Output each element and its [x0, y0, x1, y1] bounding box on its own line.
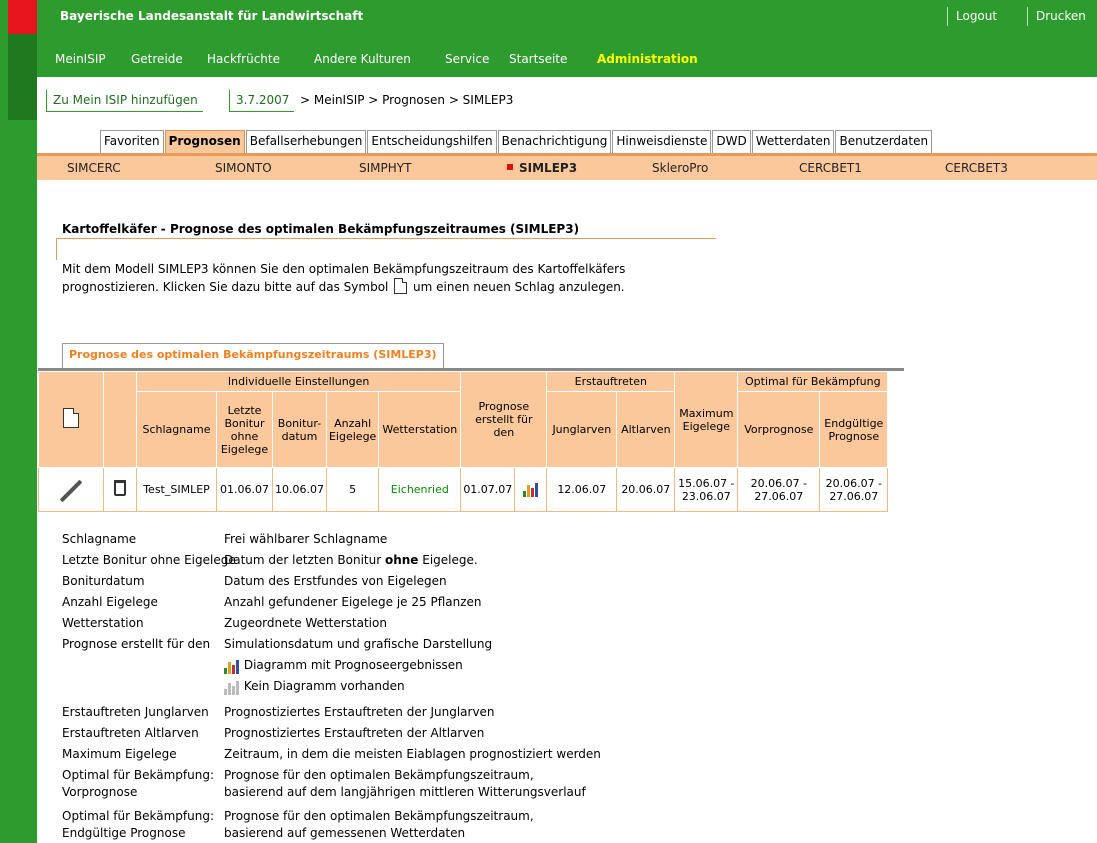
logout-button[interactable]: Logout [947, 7, 1005, 26]
header-bar: Bayerische Landesanstalt für Landwirtsch… [37, 0, 1097, 34]
cell-letzte: 01.06.07 [216, 467, 273, 512]
trash-icon[interactable] [114, 480, 126, 496]
nav-spacer [37, 34, 1097, 45]
left-dark-block [8, 34, 37, 120]
subnav-skleropro[interactable]: SkleroPro [652, 161, 708, 175]
page-title: Kartoffelkäfer - Prognose des optimalen … [62, 222, 580, 236]
subnav-simcerc[interactable]: SIMCERC [67, 161, 121, 175]
delete-cell [103, 467, 137, 512]
subnav-simonto[interactable]: SIMONTO [215, 161, 272, 175]
tab-entscheidungshilfen[interactable]: Entscheidungshilfen [367, 130, 497, 154]
cell-altlarven: 20.06.07 [616, 467, 676, 512]
col-wetterstation: Wetterstation [378, 391, 462, 468]
breadcrumb-date: 3.7.2007 [229, 90, 295, 112]
group-individual: Individuelle Einstellungen [135, 371, 462, 392]
tab-favoriten[interactable]: Favoriten [100, 130, 164, 154]
new-document-icon[interactable] [63, 408, 79, 428]
nav-item-startseite[interactable]: Startseite [509, 52, 567, 66]
col-vorprognose: Vorprognose [737, 391, 821, 468]
tab-benutzerdaten[interactable]: Benutzerdaten [835, 130, 933, 154]
pencil-icon[interactable] [59, 479, 83, 503]
nav-item-administration[interactable]: Administration [597, 52, 698, 66]
cell-junglarven: 12.06.07 [546, 467, 618, 512]
cell-anzahl: 5 [325, 467, 380, 512]
table-row: Test_SIMLEP 01.06.07 10.06.07 5 Eichenri… [38, 467, 889, 512]
tab-prognosen[interactable]: Prognosen [164, 130, 245, 154]
col-letzte-bonitur: Letzte Bonitur ohne Eigelege [216, 391, 273, 468]
tab-wetterdaten[interactable]: Wetterdaten [751, 130, 835, 154]
chart-icon[interactable] [522, 482, 539, 497]
prognose-table: Individuelle Einstellungen Prognose erst… [38, 371, 889, 512]
chart-cell [514, 467, 548, 512]
col-schlagname: Schlagname [136, 391, 217, 468]
col-boniturdatum: Bonitur-datum [272, 391, 327, 468]
active-bullet-icon [507, 164, 513, 170]
tab-befallserhebungen[interactable]: Befallserhebungen [245, 130, 367, 154]
nav-bottom-line [37, 73, 1097, 77]
chart-disabled-icon [224, 678, 240, 695]
group-prognose: Prognose erstellt für den [460, 371, 548, 468]
subnav-simlep3[interactable]: SIMLEP3 [507, 161, 577, 175]
cell-vorprognose: 20.06.07 -27.06.07 [737, 467, 821, 512]
subnav-cercbet3[interactable]: CERCBET3 [945, 161, 1008, 175]
weather-station-link[interactable]: Eichenried [378, 467, 462, 512]
cell-maximum: 15.06.07 -23.06.07 [674, 467, 739, 512]
nav-item-service[interactable]: Service [445, 52, 489, 66]
nav-item-hackfruechte[interactable]: Hackfrüchte [207, 52, 280, 66]
tab-dwd[interactable]: DWD [712, 130, 751, 154]
nav-item-getreide[interactable]: Getreide [131, 52, 183, 66]
org-title: Bayerische Landesanstalt für Landwirtsch… [60, 9, 364, 23]
breadcrumb-path[interactable]: > MeinISIP > Prognosen > SIMLEP3 [300, 93, 513, 107]
prognose-panel-tab[interactable]: Prognose des optimalen Bekämpfungszeitra… [62, 343, 444, 368]
left-color-bar [0, 0, 37, 843]
add-to-meinisip-link[interactable]: Zu Mein ISIP hinzufügen [46, 90, 203, 112]
intro-text: Mit dem Modell SIMLEP3 können Sie den op… [62, 262, 626, 294]
cell-schlagname: Test_SIMLEP [136, 467, 217, 512]
nav-item-meinisip[interactable]: MeinISIP [55, 52, 106, 66]
col-altlarven: Altlarven [616, 391, 676, 468]
print-button[interactable]: Drucken [1027, 7, 1094, 26]
col-junglarven: Junglarven [546, 391, 618, 468]
edit-cell [38, 467, 104, 512]
subnav-cercbet1[interactable]: CERCBET1 [799, 161, 862, 175]
chart-icon [224, 657, 240, 674]
new-entry-cell [38, 371, 104, 468]
cell-bonitur: 10.06.07 [272, 467, 327, 512]
col-endgueltig: Endgültige Prognose [819, 391, 889, 468]
nav-item-andere-kulturen[interactable]: Andere Kulturen [314, 52, 411, 66]
cell-endgueltig: 20.06.07 -27.06.07 [819, 467, 889, 512]
title-underline [56, 238, 716, 239]
subnav-simphyt[interactable]: SIMPHYT [359, 161, 411, 175]
sub-nav: SIMCERC SIMONTO SIMPHYT SIMLEP3 SkleroPr… [37, 156, 1097, 180]
logo-red-block [8, 0, 37, 34]
tab-benachrichtigung[interactable]: Benachrichtigung [497, 130, 612, 154]
group-optimal: Optimal für Bekämpfung [737, 371, 889, 392]
col-anzahl: Anzahl Eigelege [325, 391, 380, 468]
tab-hinweisdienste[interactable]: Hinweisdienste [612, 130, 712, 154]
cell-prognose: 01.07.07 [460, 467, 516, 512]
new-document-icon[interactable] [394, 278, 408, 294]
main-nav: MeinISIP Getreide Hackfrüchte Andere Kul… [37, 45, 1097, 73]
title-sideline [56, 238, 57, 260]
group-maximum: Maximum Eigelege [674, 371, 739, 468]
tab-bar: Favoriten Prognosen Befallserhebungen En… [100, 130, 933, 154]
group-erstauftreten: Erstauftreten [546, 371, 676, 392]
